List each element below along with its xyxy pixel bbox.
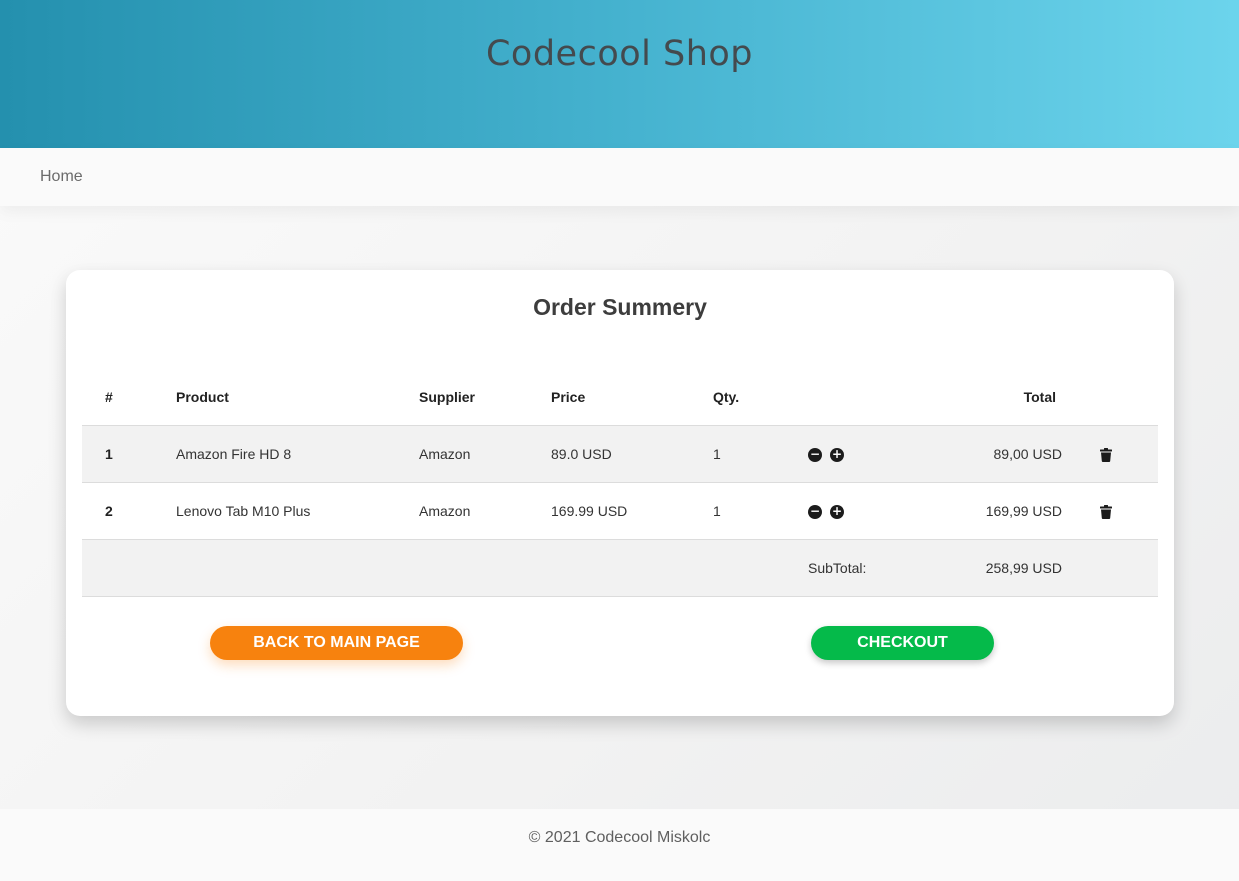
- delete-item-button[interactable]: [1100, 483, 1112, 539]
- site-title: Codecool Shop: [485, 34, 754, 74]
- row-number: 2: [105, 503, 113, 519]
- col-header-number: #: [105, 389, 113, 405]
- navbar: Home: [0, 148, 1239, 206]
- subtotal-label: SubTotal:: [808, 560, 867, 576]
- col-header-product: Product: [176, 389, 229, 405]
- line-total: 169,99 USD: [985, 503, 1062, 519]
- nav-home-link[interactable]: Home: [40, 168, 83, 186]
- supplier-name: Amazon: [419, 503, 471, 519]
- order-summary-heading: Order Summery: [533, 294, 707, 320]
- unit-price: 89.0 USD: [551, 446, 612, 462]
- quantity: 1: [713, 446, 721, 462]
- table-row: 1 Amazon Fire HD 8 Amazon 89.0 USD 1 − + …: [82, 426, 1158, 483]
- back-to-main-page-button[interactable]: BACK TO MAIN PAGE: [210, 626, 463, 660]
- col-header-total: Total: [1023, 389, 1056, 405]
- unit-price: 169.99 USD: [551, 503, 628, 519]
- col-header-price: Price: [551, 389, 586, 405]
- table-row: 2 Lenovo Tab M10 Plus Amazon 169.99 USD …: [82, 483, 1158, 540]
- col-header-qty: Qty.: [713, 389, 740, 405]
- product-name: Lenovo Tab M10 Plus: [176, 503, 311, 519]
- minus-circle-icon[interactable]: −: [808, 448, 822, 463]
- col-header-supplier: Supplier: [419, 389, 476, 405]
- trash-icon[interactable]: [1100, 505, 1112, 520]
- quantity-controls: − +: [808, 483, 852, 539]
- plus-circle-icon[interactable]: +: [830, 505, 844, 520]
- minus-circle-icon[interactable]: −: [808, 505, 822, 520]
- line-total: 89,00 USD: [993, 446, 1062, 462]
- product-name: Amazon Fire HD 8: [176, 446, 292, 462]
- delete-item-button[interactable]: [1100, 426, 1112, 482]
- order-table: # Product Supplier Price Qty. Total 1 Am…: [82, 370, 1158, 597]
- subtotal-row: SubTotal: 258,99 USD: [82, 540, 1158, 597]
- copyright-text: © 2021 Codecool Miskolc: [528, 829, 711, 846]
- checkout-button[interactable]: CHECKOUT: [811, 626, 994, 660]
- subtotal-value: 258,99 USD: [985, 560, 1062, 576]
- quantity-controls: − +: [808, 426, 852, 482]
- trash-icon[interactable]: [1100, 448, 1112, 463]
- supplier-name: Amazon: [419, 446, 471, 462]
- order-summary-card: Order Summery # Product Supplier Price Q…: [66, 270, 1174, 716]
- table-header-row: # Product Supplier Price Qty. Total: [82, 370, 1158, 426]
- site-header: Codecool Shop: [0, 0, 1239, 148]
- row-number: 1: [105, 446, 113, 462]
- quantity: 1: [713, 503, 721, 519]
- plus-circle-icon[interactable]: +: [830, 448, 844, 463]
- site-footer: © 2021 Codecool Miskolc: [0, 809, 1239, 881]
